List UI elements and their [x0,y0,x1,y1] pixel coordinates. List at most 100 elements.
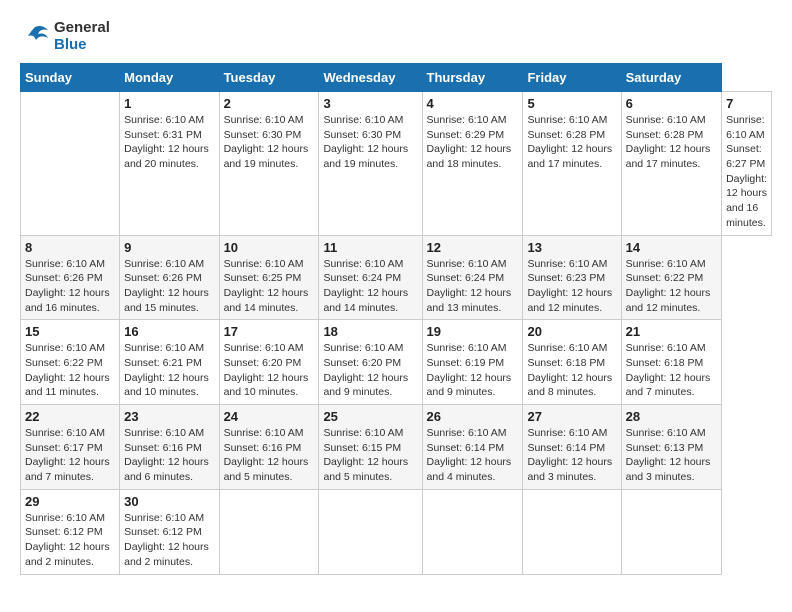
calendar-cell: 10 Sunrise: 6:10 AMSunset: 6:25 PMDayligh… [219,235,319,320]
calendar-table: SundayMondayTuesdayWednesdayThursdayFrid… [20,63,772,575]
day-number: 13 [527,240,616,255]
calendar-cell: 22 Sunrise: 6:10 AMSunset: 6:17 PMDayligh… [21,405,120,490]
day-number: 20 [527,324,616,339]
day-number: 10 [224,240,315,255]
calendar-cell: 26Sunrise: 6:10 AMSunset: 6:14 PMDayligh… [422,405,523,490]
day-info: Sunrise: 6:10 AMSunset: 6:16 PMDaylight:… [124,426,214,485]
day-info: Sunrise: 6:10 AMSunset: 6:20 PMDaylight:… [224,341,315,400]
weekday-header-friday: Friday [523,64,621,92]
calendar-cell: 29 Sunrise: 6:10 AMSunset: 6:12 PMDayligh… [21,489,120,574]
day-number: 8 [25,240,115,255]
day-info: Sunrise: 6:10 AMSunset: 6:27 PMDaylight:… [726,113,767,231]
day-info: Sunrise: 6:10 AMSunset: 6:26 PMDaylight:… [25,257,115,316]
day-number: 22 [25,409,115,424]
day-info: Sunrise: 6:10 AMSunset: 6:25 PMDaylight:… [224,257,315,316]
calendar-cell: 30 Sunrise: 6:10 AMSunset: 6:12 PMDayligh… [120,489,219,574]
logo: General Blue [20,20,110,53]
day-number: 2 [224,96,315,111]
weekday-header-wednesday: Wednesday [319,64,422,92]
day-number: 12 [427,240,519,255]
day-info: Sunrise: 6:10 AMSunset: 6:18 PMDaylight:… [527,341,616,400]
calendar-week-row: 29 Sunrise: 6:10 AMSunset: 6:12 PMDayligh… [21,489,772,574]
calendar-cell [523,489,621,574]
day-number: 7 [726,96,767,111]
calendar-cell: 7 Sunrise: 6:10 AMSunset: 6:27 PMDaylight… [722,92,772,236]
day-info: Sunrise: 6:10 AMSunset: 6:21 PMDaylight:… [124,341,214,400]
day-number: 24 [224,409,315,424]
logo-text-blue: Blue [54,37,110,54]
day-info: Sunrise: 6:10 AMSunset: 6:29 PMDaylight:… [427,113,519,172]
day-info: Sunrise: 6:10 AMSunset: 6:31 PMDaylight:… [124,113,214,172]
weekday-header-tuesday: Tuesday [219,64,319,92]
day-info: Sunrise: 6:10 AMSunset: 6:15 PMDaylight:… [323,426,417,485]
day-number: 18 [323,324,417,339]
calendar-cell: 9 Sunrise: 6:10 AMSunset: 6:26 PMDaylight… [120,235,219,320]
day-number: 6 [626,96,717,111]
calendar-cell [621,489,721,574]
calendar-cell: 25Sunrise: 6:10 AMSunset: 6:15 PMDayligh… [319,405,422,490]
day-number: 14 [626,240,717,255]
calendar-cell: 2Sunrise: 6:10 AMSunset: 6:30 PMDaylight… [219,92,319,236]
day-info: Sunrise: 6:10 AMSunset: 6:22 PMDaylight:… [626,257,717,316]
day-number: 17 [224,324,315,339]
calendar-cell: 3 Sunrise: 6:10 AMSunset: 6:30 PMDaylight… [319,92,422,236]
day-number: 15 [25,324,115,339]
day-info: Sunrise: 6:10 AMSunset: 6:20 PMDaylight:… [323,341,417,400]
day-info: Sunrise: 6:10 AMSunset: 6:16 PMDaylight:… [224,426,315,485]
day-number: 28 [626,409,717,424]
calendar-cell: 20 Sunrise: 6:10 AMSunset: 6:18 PMDayligh… [523,320,621,405]
calendar-week-row: 22 Sunrise: 6:10 AMSunset: 6:17 PMDayligh… [21,405,772,490]
day-number: 1 [124,96,214,111]
day-info: Sunrise: 6:10 AMSunset: 6:23 PMDaylight:… [527,257,616,316]
day-info: Sunrise: 6:10 AMSunset: 6:14 PMDaylight:… [527,426,616,485]
weekday-header-sunday: Sunday [21,64,120,92]
day-number: 21 [626,324,717,339]
calendar-cell: 15 Sunrise: 6:10 AMSunset: 6:22 PMDayligh… [21,320,120,405]
calendar-cell: 5 Sunrise: 6:10 AMSunset: 6:28 PMDaylight… [523,92,621,236]
day-number: 9 [124,240,214,255]
calendar-cell: 13 Sunrise: 6:10 AMSunset: 6:23 PMDayligh… [523,235,621,320]
day-info: Sunrise: 6:10 AMSunset: 6:12 PMDaylight:… [124,511,214,570]
calendar-cell [422,489,523,574]
day-info: Sunrise: 6:10 AMSunset: 6:14 PMDaylight:… [427,426,519,485]
calendar-cell: 17 Sunrise: 6:10 AMSunset: 6:20 PMDayligh… [219,320,319,405]
day-info: Sunrise: 6:10 AMSunset: 6:12 PMDaylight:… [25,511,115,570]
calendar-cell: 14 Sunrise: 6:10 AMSunset: 6:22 PMDayligh… [621,235,721,320]
weekday-header-thursday: Thursday [422,64,523,92]
day-number: 29 [25,494,115,509]
day-info: Sunrise: 6:10 AMSunset: 6:28 PMDaylight:… [527,113,616,172]
day-number: 4 [427,96,519,111]
calendar-cell [219,489,319,574]
day-info: Sunrise: 6:10 AMSunset: 6:28 PMDaylight:… [626,113,717,172]
calendar-cell: 23Sunrise: 6:10 AMSunset: 6:16 PMDayligh… [120,405,219,490]
logo-bird-icon [20,22,50,52]
day-info: Sunrise: 6:10 AMSunset: 6:30 PMDaylight:… [323,113,417,172]
day-number: 3 [323,96,417,111]
day-number: 30 [124,494,214,509]
calendar-week-row: 1 Sunrise: 6:10 AMSunset: 6:31 PMDaylight… [21,92,772,236]
calendar-cell: 18 Sunrise: 6:10 AMSunset: 6:20 PMDayligh… [319,320,422,405]
day-info: Sunrise: 6:10 AMSunset: 6:18 PMDaylight:… [626,341,717,400]
day-number: 5 [527,96,616,111]
calendar-cell: 1 Sunrise: 6:10 AMSunset: 6:31 PMDaylight… [120,92,219,236]
calendar-cell: 19Sunrise: 6:10 AMSunset: 6:19 PMDayligh… [422,320,523,405]
calendar-cell: 21 Sunrise: 6:10 AMSunset: 6:18 PMDayligh… [621,320,721,405]
calendar-body: 1 Sunrise: 6:10 AMSunset: 6:31 PMDaylight… [21,92,772,575]
weekday-header-monday: Monday [120,64,219,92]
day-info: Sunrise: 6:10 AMSunset: 6:24 PMDaylight:… [427,257,519,316]
calendar-cell: 11Sunrise: 6:10 AMSunset: 6:24 PMDayligh… [319,235,422,320]
calendar-cell: 4 Sunrise: 6:10 AMSunset: 6:29 PMDaylight… [422,92,523,236]
day-info: Sunrise: 6:10 AMSunset: 6:13 PMDaylight:… [626,426,717,485]
calendar-cell: 16 Sunrise: 6:10 AMSunset: 6:21 PMDayligh… [120,320,219,405]
day-info: Sunrise: 6:10 AMSunset: 6:26 PMDaylight:… [124,257,214,316]
day-info: Sunrise: 6:10 AMSunset: 6:17 PMDaylight:… [25,426,115,485]
logo-text-general: General [54,20,110,37]
day-number: 16 [124,324,214,339]
day-number: 19 [427,324,519,339]
calendar-cell: 28 Sunrise: 6:10 AMSunset: 6:13 PMDayligh… [621,405,721,490]
day-info: Sunrise: 6:10 AMSunset: 6:22 PMDaylight:… [25,341,115,400]
weekday-header-saturday: Saturday [621,64,721,92]
day-number: 11 [323,240,417,255]
calendar-cell [319,489,422,574]
calendar-cell [21,92,120,236]
